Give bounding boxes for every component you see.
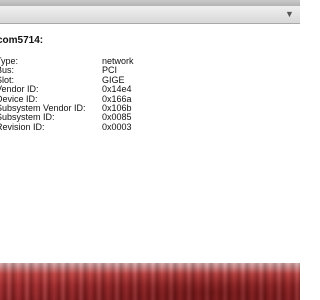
property-value: 0x0003 <box>102 121 132 132</box>
detail-pane: com5714: Type: network Bus: PCI Slot: GI… <box>0 24 300 263</box>
toolbar: ▼ <box>0 6 300 24</box>
chevron-down-icon[interactable]: ▼ <box>282 7 297 22</box>
property-label: Revision ID: <box>0 121 45 132</box>
device-name: com5714: <box>0 35 44 46</box>
desktop-background <box>0 263 300 300</box>
